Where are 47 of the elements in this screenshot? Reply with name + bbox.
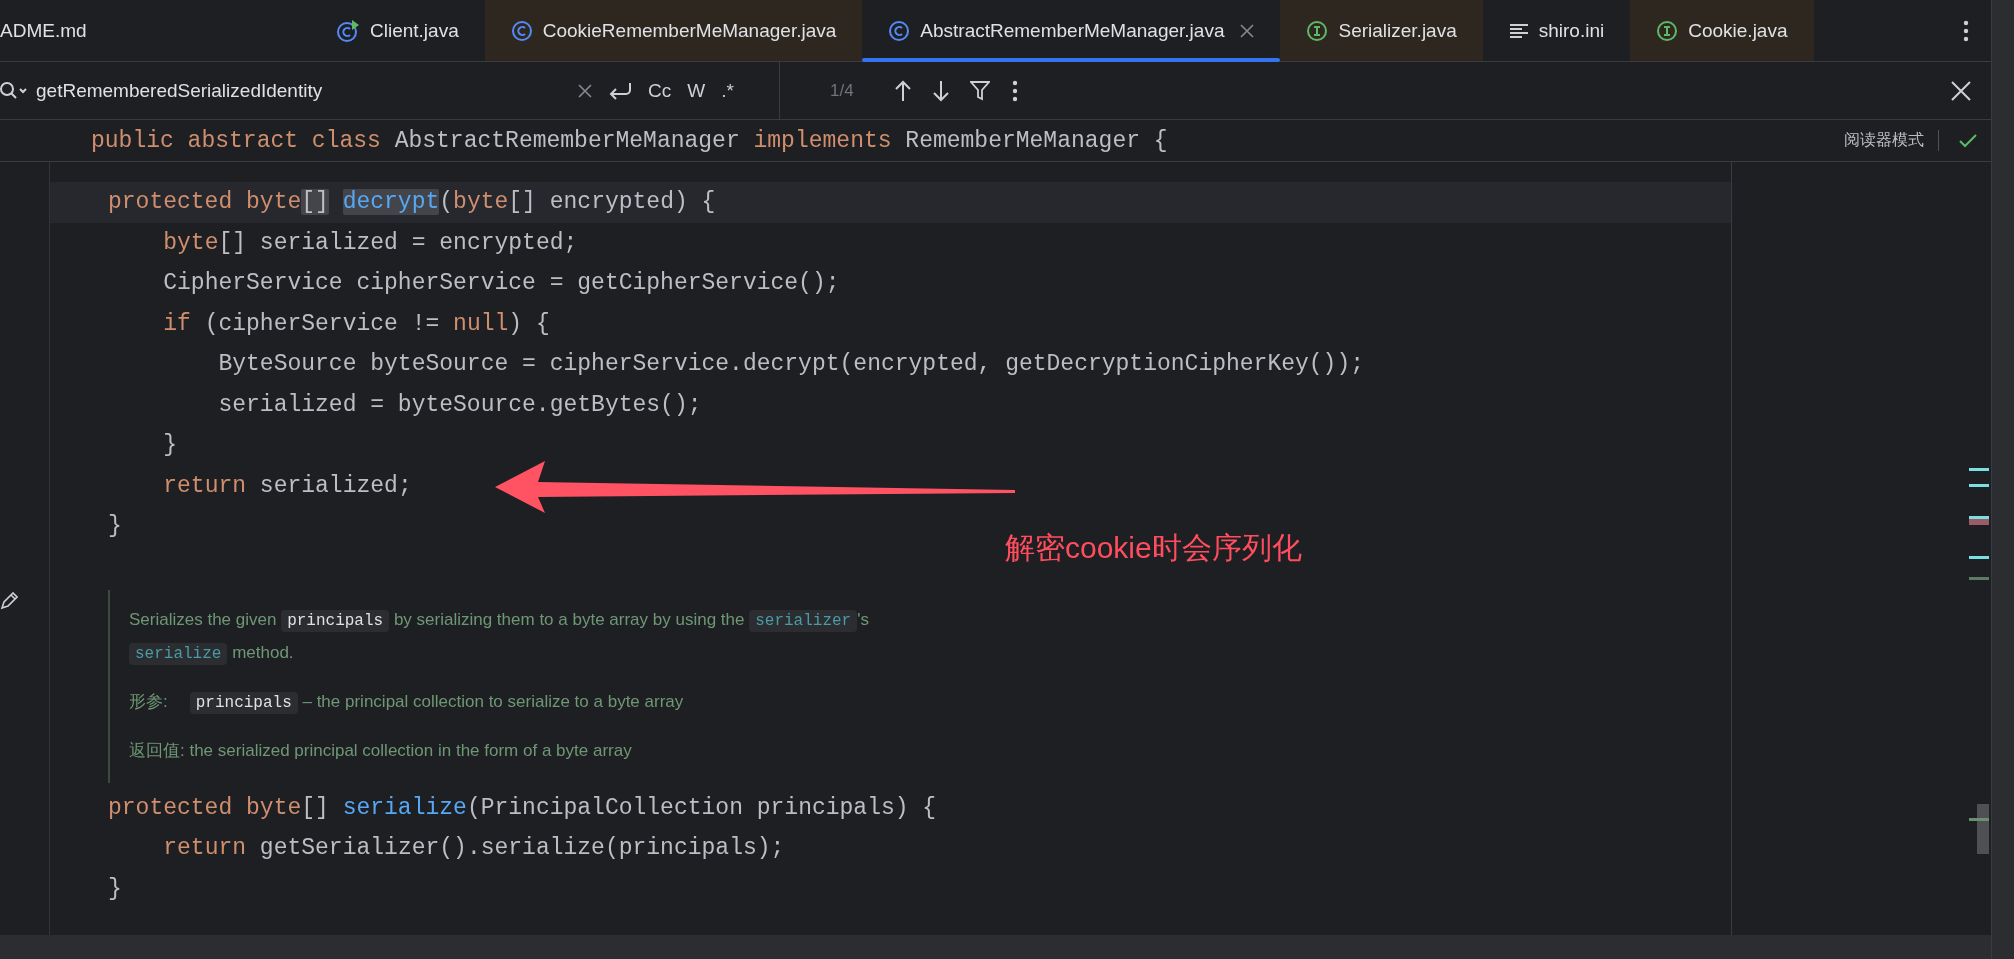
code-line: byte[] serialized = encrypted; [162, 229, 578, 256]
down-arrow-icon[interactable] [931, 79, 950, 102]
editor-tab[interactable]: AbstractRememberMeManager.java [862, 0, 1281, 61]
match-counter: 1/4 [830, 80, 854, 101]
code-line: if (cipherService != null) { [162, 310, 550, 337]
interface-icon [1306, 19, 1329, 42]
search-option-button[interactable]: .* [713, 79, 742, 102]
code-line: return serialized; [162, 472, 412, 499]
search-option-button[interactable]: Cc [640, 79, 680, 102]
text-file-icon [1508, 22, 1529, 39]
code-line: serialized = byteSource.getBytes(); [217, 391, 702, 418]
editor-tab[interactable]: Client.java [310, 0, 485, 61]
interface-icon [1656, 19, 1679, 42]
param-description: principals – the principal collection to serialize to a byte array [189, 691, 684, 711]
up-arrow-icon[interactable] [893, 79, 912, 102]
code-line: protected byte[] serialize(PrincipalCollection principals) { [108, 794, 937, 821]
editor-tab[interactable]: Cookie.java [1630, 0, 1814, 61]
code-line: return getSerializer().serialize(principals); [162, 835, 785, 861]
class-icon [510, 19, 533, 42]
close-icon[interactable] [1240, 23, 1255, 38]
editor-tab[interactable]: shiro.ini [1482, 0, 1631, 61]
sticky-class-header: public abstract class AbstractRememberMeManager implements RememberMeManager { [90, 127, 1168, 154]
check-icon [1959, 133, 1977, 148]
reader-mode-toggle[interactable]: 阅读器模式 [1844, 130, 1939, 151]
code-line: ByteSource byteSource = cipherService.decrypt(encrypted, getDecryptionCipherKey()); [217, 351, 1364, 377]
clear-icon[interactable] [578, 83, 592, 98]
code-line: } [108, 513, 122, 539]
close-icon[interactable] [1951, 80, 1971, 101]
editor-tab[interactable]: ADME.md [0, 0, 310, 61]
editor-tab[interactable]: Serializer.java [1280, 0, 1483, 61]
more-icon[interactable] [1963, 19, 1969, 42]
pencil-icon[interactable] [0, 592, 18, 610]
filter-icon[interactable] [969, 80, 990, 101]
search-option-button[interactable]: W [679, 79, 714, 102]
class-icon [888, 19, 911, 42]
code-line: } [108, 875, 122, 902]
param-label: 形参: [129, 691, 168, 711]
code-line: protected byte[] decrypt(byte[] encrypted) { [108, 189, 716, 215]
doc-paragraph: Serializes the given principals by serializing them to a byte array by using the serializer 's serialize method. [129, 608, 870, 667]
code-line: CipherService cipherService = getCipherService(); [162, 270, 840, 296]
code-line: } [162, 432, 178, 458]
search-field[interactable]: getRememberedSerializedIdentity [34, 78, 578, 103]
annotation-note: 解密cookie时会序列化 [1005, 530, 1302, 566]
class-run-icon [336, 19, 360, 42]
editor-tab[interactable]: CookieRememberMeManager.java [484, 0, 863, 61]
more-icon[interactable] [1011, 79, 1018, 102]
doc-paragraph: 返回值: the serialized principal collection in the form of a byte array [129, 739, 633, 762]
